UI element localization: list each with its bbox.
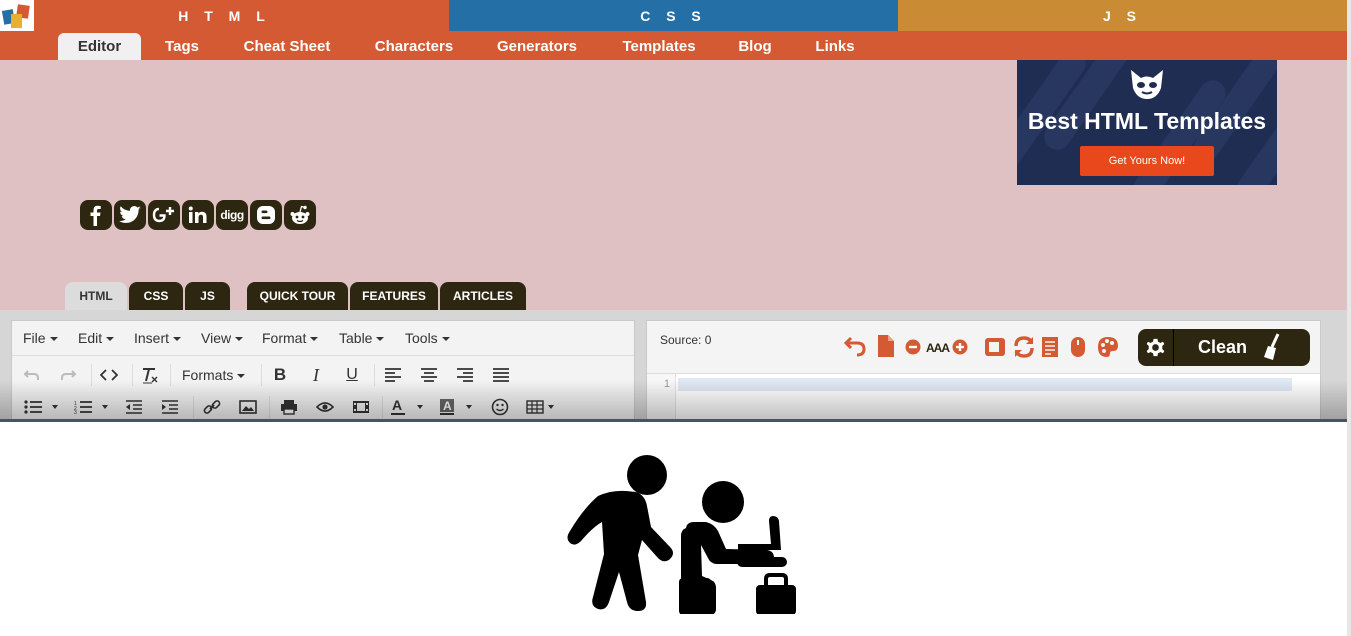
ad-cta-button[interactable]: Get Yours Now!: [1080, 146, 1214, 176]
menu-tools[interactable]: Tools: [405, 321, 450, 356]
page-icon[interactable]: [1041, 336, 1059, 358]
font-decrease-icon[interactable]: [905, 339, 921, 355]
nav-tags[interactable]: Tags: [157, 33, 207, 60]
editor-menubar: File Edit Insert View Format Table Tools: [12, 321, 634, 356]
modal-shade: [0, 380, 1347, 420]
linkedin-icon[interactable]: [182, 200, 214, 230]
tab-quick-tour[interactable]: QUICK TOUR: [247, 282, 348, 310]
nav-characters[interactable]: Characters: [368, 33, 460, 60]
clean-button[interactable]: Clean: [1138, 329, 1310, 366]
font-increase-icon[interactable]: [952, 339, 968, 355]
nav-generators[interactable]: Generators: [490, 33, 584, 60]
ad-title: Best HTML Templates: [1027, 108, 1267, 134]
new-document-icon[interactable]: [876, 334, 896, 358]
css-section-link[interactable]: C S S: [449, 0, 898, 31]
nav-cheat-sheet[interactable]: Cheat Sheet: [236, 33, 338, 60]
tab-articles[interactable]: ARTICLES: [440, 282, 526, 310]
tab-js[interactable]: JS: [185, 282, 230, 310]
main-nav: Editor Tags Cheat Sheet Characters Gener…: [0, 31, 1347, 60]
broom-icon: [1264, 333, 1280, 360]
social-share-bar: digg: [80, 200, 316, 230]
digg-label: digg: [220, 208, 244, 222]
menu-format[interactable]: Format: [262, 321, 319, 356]
site-logo[interactable]: [0, 0, 34, 31]
coworkers-illustration: [567, 455, 796, 614]
mouse-icon[interactable]: [1070, 336, 1086, 358]
nav-blog[interactable]: Blog: [732, 33, 778, 60]
cat-logo-icon: [1131, 70, 1163, 99]
reddit-icon[interactable]: [284, 200, 316, 230]
clean-label: Clean: [1198, 337, 1248, 357]
nav-templates[interactable]: Templates: [615, 33, 703, 60]
google-plus-icon[interactable]: [148, 200, 180, 230]
tab-features[interactable]: FEATURES: [350, 282, 438, 310]
palette-icon[interactable]: [1097, 336, 1119, 358]
menu-file[interactable]: File: [23, 321, 58, 356]
js-section-link[interactable]: J S: [898, 0, 1347, 31]
page-scrollbar[interactable]: [1347, 0, 1351, 636]
refresh-icon[interactable]: [1013, 335, 1035, 359]
overlay-panel: [0, 419, 1347, 636]
ad-banner[interactable]: Best HTML Templates Get Yours Now!: [1017, 60, 1277, 185]
menu-view[interactable]: View: [201, 321, 244, 356]
tab-html[interactable]: HTML: [65, 282, 127, 310]
html-section-link[interactable]: H T M L: [0, 0, 449, 31]
font-size-label: AAA: [926, 341, 950, 355]
tab-css[interactable]: CSS: [129, 282, 183, 310]
blogger-icon[interactable]: [250, 200, 282, 230]
nav-editor[interactable]: Editor: [58, 33, 141, 60]
source-counter: Source: 0: [660, 333, 712, 347]
undo-arrow-icon[interactable]: [844, 335, 866, 357]
twitter-icon[interactable]: [114, 200, 146, 230]
wrap-toggle-icon[interactable]: [984, 337, 1006, 357]
top-section-bar: H T M L C S S J S: [0, 0, 1347, 31]
facebook-icon[interactable]: [80, 200, 112, 230]
settings-gear-icon[interactable]: [1144, 336, 1167, 359]
menu-insert[interactable]: Insert: [134, 321, 182, 356]
menu-table[interactable]: Table: [339, 321, 385, 356]
menu-edit[interactable]: Edit: [78, 321, 115, 356]
digg-icon[interactable]: digg: [216, 200, 248, 230]
nav-links[interactable]: Links: [808, 33, 862, 60]
